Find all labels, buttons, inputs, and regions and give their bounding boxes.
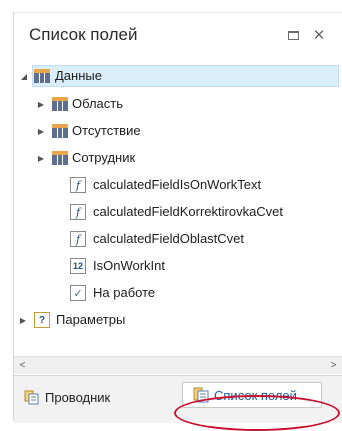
tree-node-label: Параметры	[56, 312, 126, 327]
boolean-icon: ✓	[70, 285, 86, 301]
tree-node-field[interactable]: f calculatedFieldIsOnWorkText	[14, 174, 342, 196]
tree-node-label: Отсутствие	[72, 123, 141, 138]
explorer-icon	[24, 389, 40, 405]
tab-label: Проводник	[45, 389, 111, 405]
table-icon	[52, 151, 68, 165]
close-icon[interactable]: ✕	[311, 27, 327, 44]
tree-node-label: calculatedFieldIsOnWorkText	[93, 177, 262, 192]
function-icon: f	[70, 231, 86, 247]
tree-node-group[interactable]: ▶ Область	[14, 93, 342, 115]
panel-title: Список полей	[29, 25, 138, 44]
tab-label: Список полей	[214, 387, 297, 403]
field-list-icon	[193, 387, 209, 403]
tab-field-list[interactable]: Список полей	[182, 382, 322, 408]
parameter-icon: ?	[34, 312, 50, 328]
expand-arrow-icon[interactable]: ▶	[36, 99, 46, 109]
tree-node-parameters[interactable]: ▶ ? Параметры	[14, 309, 342, 331]
tree-node-group[interactable]: ▶ Сотрудник	[14, 147, 342, 169]
function-icon: f	[70, 177, 86, 193]
tree-node-field[interactable]: 12 IsOnWorkInt	[14, 255, 342, 277]
horizontal-scrollbar[interactable]: < >	[14, 356, 342, 374]
expand-arrow-icon[interactable]: ▶	[36, 153, 46, 163]
scroll-right-icon[interactable]: >	[325, 357, 342, 374]
number-icon: 12	[70, 258, 86, 274]
table-icon	[52, 97, 68, 111]
panel-header: Список полей ✕	[14, 13, 342, 59]
tree-node-field[interactable]: f calculatedFieldKorrektirovkaCvet	[14, 201, 342, 223]
expand-arrow-icon[interactable]: ▶	[18, 315, 28, 325]
table-icon	[52, 124, 68, 138]
tree-node-label: calculatedFieldOblastCvet	[93, 231, 245, 246]
field-tree: ◢ Данные ▶ Область ▶ Отсутствие ▶ Сотруд…	[14, 63, 342, 353]
expand-arrow-icon[interactable]: ▶	[36, 126, 46, 136]
tab-explorer[interactable]: Проводник	[24, 384, 110, 410]
scroll-left-icon[interactable]: <	[14, 357, 31, 374]
tree-node-data[interactable]: ◢ Данные	[14, 65, 342, 87]
collapse-arrow-icon[interactable]: ◢	[19, 71, 29, 81]
field-list-panel: Список полей ✕ ◢ Данные ▶ Область ▶ Отсу…	[13, 12, 342, 431]
bottom-tab-bar: Проводник Список полей	[14, 375, 342, 431]
tree-node-field[interactable]: ✓ На работе	[14, 282, 342, 304]
tree-node-label: Сотрудник	[72, 150, 136, 165]
tree-node-group[interactable]: ▶ Отсутствие	[14, 120, 342, 142]
tree-node-label: calculatedFieldKorrektirovkaCvet	[93, 204, 284, 219]
tree-node-label: На работе	[93, 285, 156, 300]
tree-node-label: Область	[72, 96, 124, 111]
tree-node-label: Данные	[55, 68, 102, 83]
function-icon: f	[70, 204, 86, 220]
tree-node-label: IsOnWorkInt	[93, 258, 166, 273]
table-icon	[34, 69, 50, 83]
tree-node-field[interactable]: f calculatedFieldOblastCvet	[14, 228, 342, 250]
restore-window-icon[interactable]	[285, 27, 301, 43]
